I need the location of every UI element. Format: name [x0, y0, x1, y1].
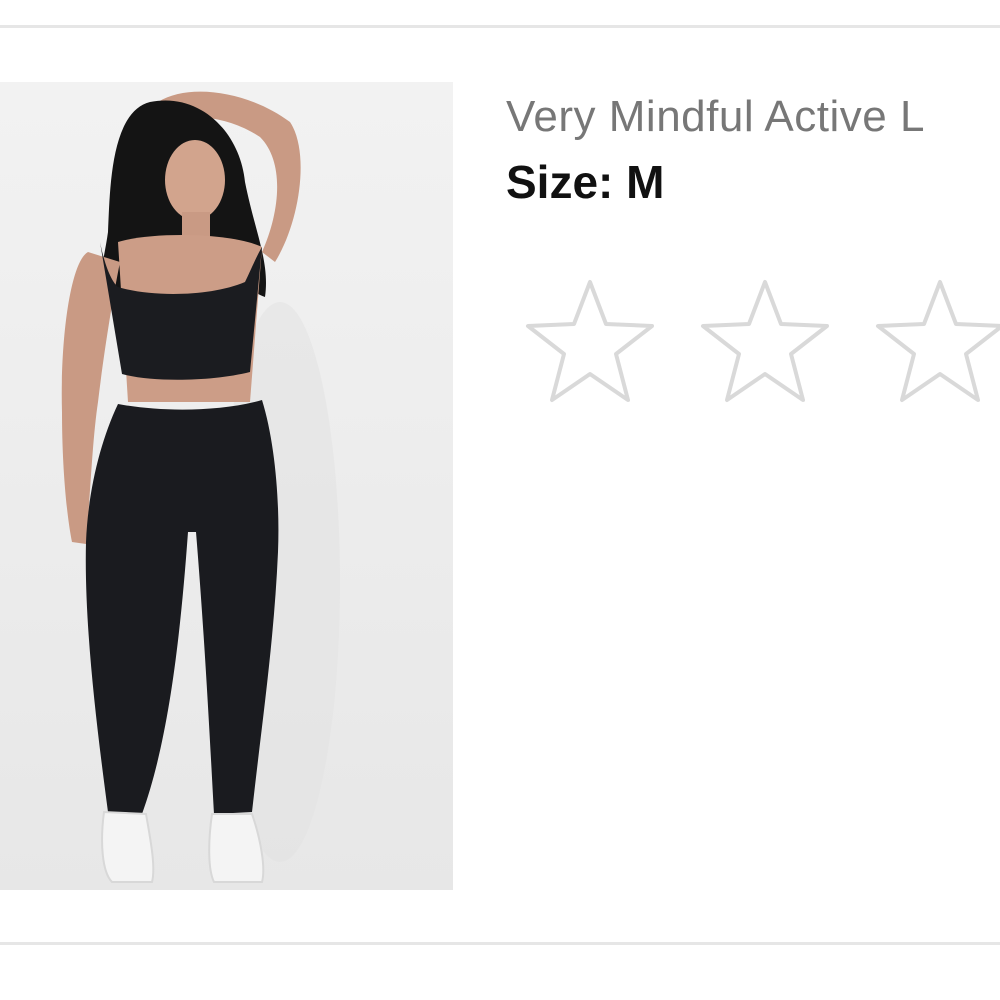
size-line: Size: M: [506, 155, 664, 209]
star-icon[interactable]: [695, 278, 835, 408]
model-figure-illustration: [61, 91, 340, 883]
size-label: Size:: [506, 156, 614, 208]
star-icon[interactable]: [520, 278, 660, 408]
top-divider: [0, 25, 1000, 28]
bottom-divider: [0, 942, 1000, 945]
star-rating[interactable]: [520, 278, 1000, 418]
star-icon[interactable]: [870, 278, 1000, 408]
product-name[interactable]: Very Mindful Active L: [506, 92, 1000, 142]
product-image[interactable]: [0, 82, 453, 890]
size-value: M: [626, 156, 665, 208]
